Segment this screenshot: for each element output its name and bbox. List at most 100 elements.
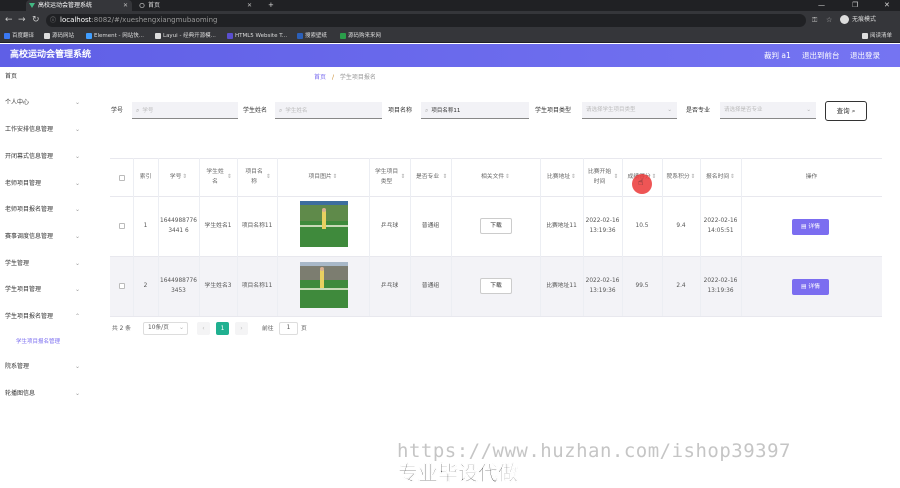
sidebar-item-students[interactable]: 学生管理 ⌄	[0, 252, 90, 276]
breadcrumb-home[interactable]: 首页	[314, 74, 326, 81]
sidebar-item-label: 轮播图信息	[5, 390, 36, 397]
bookmark[interactable]: Element - 网站快...	[86, 29, 144, 43]
sidebar-item-profile[interactable]: 个人中心 ⌄	[0, 91, 90, 115]
placeholder: 请选择学生项目类型	[586, 107, 636, 113]
sidebar-item-student-signup[interactable]: 学生项目报名管理 ⌃	[0, 305, 90, 329]
sidebar-item-teacher-projects[interactable]: 老师项目管理 ⌄	[0, 172, 90, 196]
next-page-button[interactable]: ›	[235, 322, 248, 335]
close-icon[interactable]: ✕	[247, 0, 252, 11]
project-type-label: 学生项目类型	[535, 107, 572, 114]
bookmark[interactable]: 搜索壁纸	[297, 29, 327, 43]
major-select[interactable]: 请选择是否专业 ⌄	[720, 102, 816, 119]
incognito-profile[interactable]: 无痕模式	[840, 15, 876, 25]
column-header-index: 索引	[139, 174, 152, 180]
sidebar-item-dispatch[interactable]: 赛事调度信息管理 ⌄	[0, 225, 90, 249]
sidebar-item-home[interactable]: 首页	[0, 65, 90, 89]
column-header-files[interactable]: 相关文件 ⇕	[451, 158, 540, 196]
sidebar-item-label: 个人中心	[5, 99, 30, 106]
detail-button[interactable]: ▤ 详情	[792, 279, 829, 295]
sidebar-item-label: 赛事调度信息管理	[5, 233, 54, 240]
sidebar-item-student-projects[interactable]: 学生项目管理 ⌄	[0, 278, 90, 302]
star-icon[interactable]: ☆	[826, 15, 832, 25]
project-image[interactable]	[300, 201, 348, 247]
sidebar-item-label: 学生管理	[5, 260, 30, 267]
column-header-address[interactable]: 比赛地址 ⇕	[540, 158, 583, 196]
detail-button[interactable]: ▤ 详情	[792, 219, 829, 235]
cell-student-name: 学生姓名1	[204, 223, 232, 229]
prev-page-button[interactable]: ‹	[197, 322, 210, 335]
globe-icon	[139, 3, 145, 8]
minimize-icon[interactable]: —	[818, 0, 825, 11]
page-number-button[interactable]: 1	[216, 322, 229, 335]
back-icon[interactable]: ←	[5, 14, 13, 26]
cell-index: 2	[143, 283, 148, 289]
bookmark[interactable]: 源码购来来网	[340, 29, 381, 43]
sidebar-subitem-student-signup[interactable]: 学生项目报名管理	[0, 330, 90, 354]
column-header-signup-time[interactable]: 报名时间 ⇕	[700, 158, 741, 196]
browser-tab[interactable]: 首页 ✕	[136, 0, 256, 11]
forward-icon[interactable]: →	[18, 14, 26, 26]
cell-address: 比赛地址11	[546, 283, 577, 289]
placeholder: 学号	[142, 108, 154, 114]
page-size-select[interactable]: 10条/页 ⌄	[143, 322, 188, 335]
bookmark[interactable]: Layui - 经典开源模...	[155, 29, 216, 43]
column-header-project-image[interactable]: 项目图片 ⇕	[277, 158, 369, 196]
sidebar-item-carousel[interactable]: 轮播图信息 ⌄	[0, 382, 90, 406]
query-button[interactable]: 查询 ⌕	[825, 101, 867, 121]
bookmark[interactable]: 百度翻译	[4, 29, 34, 43]
student-no-input[interactable]: ⌕ 学号	[132, 102, 238, 119]
sort-icon: ⇕	[332, 174, 338, 180]
sidebar-item-label: 院系管理	[5, 363, 30, 370]
bookmark[interactable]: HTML5 Website T...	[227, 29, 287, 43]
reading-list[interactable]: 阅读清单	[862, 29, 892, 43]
hand-cursor-icon: ☝	[638, 178, 644, 188]
cell-student-no: 16449887763453	[160, 278, 197, 294]
browser-tab-active[interactable]: 高校运动会管理系统 ✕	[26, 0, 132, 11]
sidebar-item-label: 开闭幕式信息管理	[5, 153, 54, 160]
sidebar-item-teacher-signup[interactable]: 老师项目报名管理 ⌄	[0, 198, 90, 222]
cell-major: 普通组	[421, 223, 440, 229]
bookmark-label: 搜索壁纸	[305, 33, 328, 39]
download-button[interactable]: 下载	[480, 278, 512, 294]
new-tab-button[interactable]: +	[268, 0, 274, 11]
project-type-select[interactable]: 请选择学生项目类型 ⌄	[582, 102, 677, 119]
sidebar-item-departments[interactable]: 院系管理 ⌄	[0, 355, 90, 379]
back-to-front-link[interactable]: 退出到前台	[802, 44, 840, 67]
sort-icon: ⇕	[690, 174, 696, 180]
column-header-student-name[interactable]: 学生姓名 ⇕	[199, 158, 237, 196]
close-window-icon[interactable]: ✕	[884, 0, 890, 11]
project-image[interactable]	[300, 262, 348, 308]
row-checkbox[interactable]	[119, 223, 125, 229]
cell-student-name: 学生姓名3	[204, 283, 232, 289]
select-all-checkbox[interactable]	[119, 175, 125, 181]
logout-link[interactable]: 退出登录	[850, 44, 880, 67]
goto-page-input[interactable]: 1	[279, 322, 298, 335]
column-header-dept-points[interactable]: 院系积分 ⇕	[662, 158, 700, 196]
reload-icon[interactable]: ↻	[32, 14, 40, 26]
column-header-major[interactable]: 是否专业 ⇕	[410, 158, 451, 196]
project-name-input[interactable]: ⌕ 项目名称11	[421, 102, 529, 119]
breadcrumb-current: 学生项目报名	[339, 74, 376, 81]
url-bar[interactable]: ⓘ localhost:8082/#/xueshengxiangmubaomin…	[46, 14, 806, 27]
column-header-student-no[interactable]: 学号 ⇕	[158, 158, 199, 196]
header-label: 院系积分	[666, 174, 690, 180]
row-checkbox[interactable]	[119, 283, 125, 289]
restore-icon[interactable]: ❐	[852, 0, 858, 11]
download-button[interactable]: 下载	[480, 218, 512, 234]
detail-label: 详情	[808, 284, 820, 290]
reading-list-icon	[862, 32, 868, 39]
column-header-project-name[interactable]: 项目名称 ⇕	[237, 158, 277, 196]
student-name-input[interactable]: ⌕ 学生姓名	[275, 102, 382, 119]
key-icon[interactable]: ⚿	[812, 15, 817, 25]
student-name-label: 学生姓名	[243, 107, 268, 114]
column-header-project-type[interactable]: 学生项目类型 ⇕	[369, 158, 410, 196]
sidebar-item-ceremony[interactable]: 开闭幕式信息管理 ⌄	[0, 145, 90, 169]
placeholder: 请选择是否专业	[724, 107, 763, 113]
header-label: 是否专业	[415, 174, 440, 180]
bookmark[interactable]: 源码网站	[44, 29, 74, 43]
column-header-start-time[interactable]: 比赛开始时间 ⇕	[583, 158, 622, 196]
sort-icon: ⇕	[442, 174, 448, 180]
sidebar-item-work-schedule[interactable]: 工作安排信息管理 ⌄	[0, 118, 90, 142]
close-icon[interactable]: ✕	[123, 0, 128, 11]
sidebar-item-label: 学生项目管理	[5, 286, 42, 293]
